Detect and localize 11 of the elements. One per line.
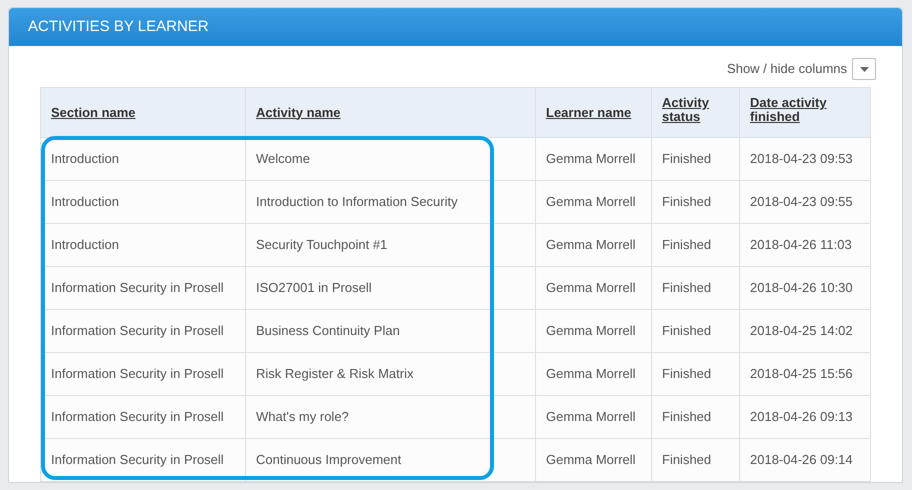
columns-label: Show / hide columns	[727, 60, 847, 78]
table-cell: Finished	[652, 438, 740, 482]
column-header[interactable]: Section name	[51, 106, 136, 120]
table-cell: 2018-04-26 09:14	[740, 438, 870, 482]
caret-icon	[860, 66, 868, 72]
table-cell: Continuous Improvement	[246, 438, 536, 482]
panel-title: ACTIVITIES BY LEARNER	[28, 16, 209, 37]
table-cell: Information Security in Prosell	[40, 438, 246, 482]
column-header[interactable]: Activity name	[256, 106, 341, 120]
columns-dropdown-button[interactable]	[852, 58, 876, 80]
table-cell: Gemma Morrell	[536, 438, 652, 482]
